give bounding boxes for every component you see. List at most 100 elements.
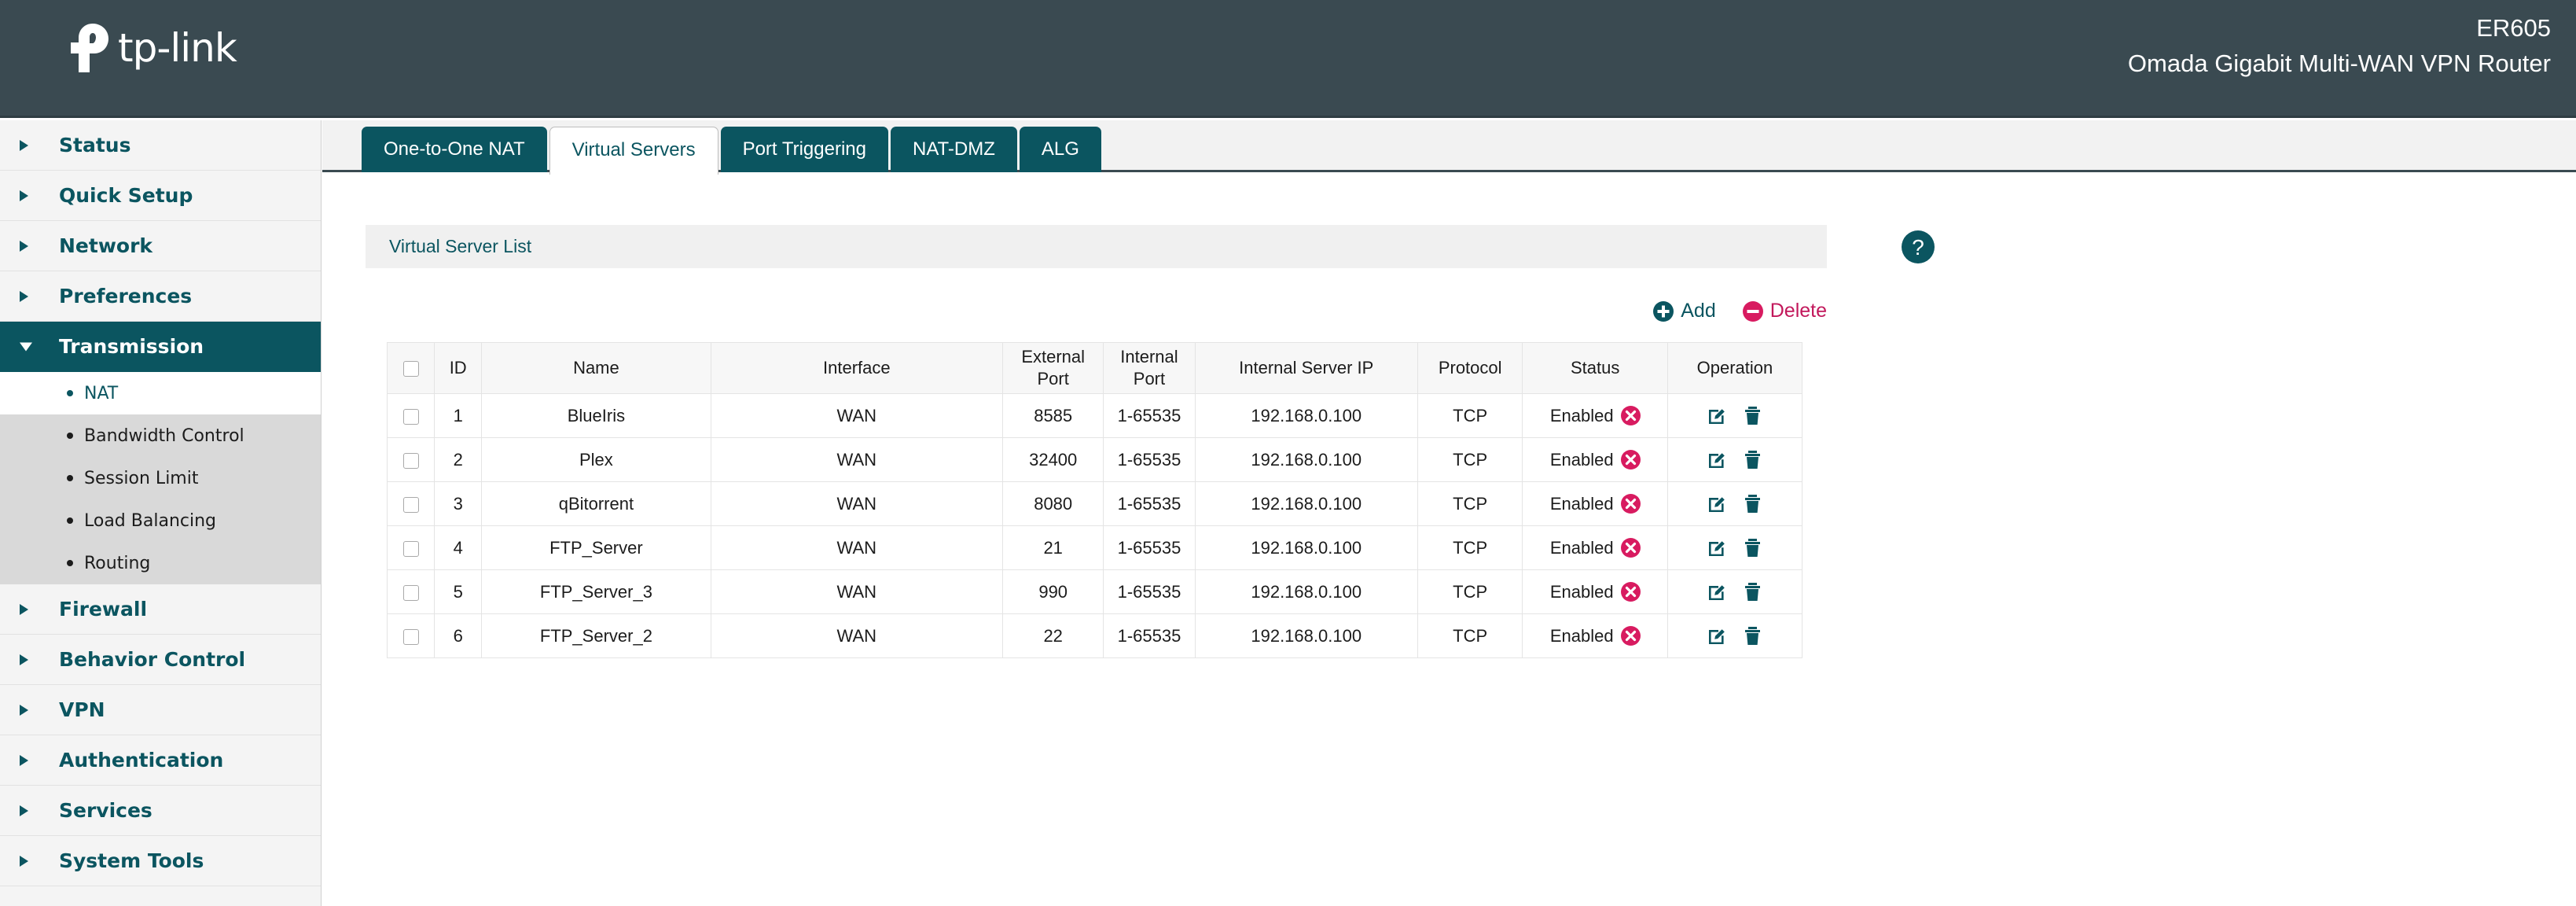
bullet-icon [67,517,73,524]
row-select-cell [386,525,435,570]
sidebar-item-services[interactable]: Services [0,786,321,836]
add-button-label: Add [1681,300,1716,322]
tp-link-logo: tp-link [69,24,237,72]
disable-circle-x-icon[interactable] [1620,450,1641,470]
cell-external-port: 21 [1002,525,1104,570]
help-circle-icon[interactable]: ? [1902,230,1935,263]
trash-icon[interactable] [1742,449,1763,470]
edit-icon[interactable] [1707,537,1728,558]
tab-port-triggering[interactable]: Port Triggering [720,127,888,172]
cell-interface: WAN [710,613,1004,658]
cell-id: 3 [434,481,483,526]
panel-title: Virtual Server List [389,236,532,256]
cell-operation [1666,525,1803,570]
sidebar-item-network[interactable]: Network [0,221,321,271]
panel-header: Virtual Server List [366,225,1827,268]
chevron-right-icon [20,190,28,201]
row-checkbox[interactable] [402,540,419,557]
disable-circle-x-icon[interactable] [1620,538,1641,558]
cell-protocol: TCP [1417,569,1523,614]
cell-operation [1666,437,1803,482]
sidebar-subitem-routing[interactable]: Routing [0,542,321,584]
cell-internal-port: 1-65535 [1103,393,1196,438]
content-area: One-to-One NAT Virtual Servers Port Trigge… [322,120,2576,906]
trash-icon[interactable] [1742,581,1763,602]
sidebar-subitem-nat[interactable]: NAT [0,372,321,414]
sidebar-item-label: VPN [59,698,105,721]
table-row: 2 Plex WAN 32400 1-65535 192.168.0.100 TCP Enab… [386,437,1803,482]
cell-id: 6 [434,613,483,658]
sidebar-item-system-tools[interactable]: System Tools [0,836,321,886]
sidebar-item-vpn[interactable]: VPN [0,685,321,735]
sidebar-item-transmission[interactable]: Transmission [0,322,321,372]
disable-circle-x-icon[interactable] [1620,406,1641,425]
edit-icon[interactable] [1707,405,1728,426]
sidebar-subitem-label: NAT [84,383,119,403]
edit-icon[interactable] [1707,449,1728,470]
sidebar-subitem-load-balancing[interactable]: Load Balancing [0,499,321,542]
disable-circle-x-icon[interactable] [1620,582,1641,602]
sidebar-item-authentication[interactable]: Authentication [0,735,321,786]
sidebar-item-status[interactable]: Status [0,120,321,171]
sidebar-item-label: System Tools [59,849,204,872]
trash-icon[interactable] [1742,537,1763,558]
delete-button[interactable]: Delete [1742,300,1827,322]
sidebar-item-label: Network [59,234,153,257]
sidebar-subitem-label: Bandwidth Control [84,425,244,446]
sidebar-item-preferences[interactable]: Preferences [0,271,321,322]
device-description: Omada Gigabit Multi-WAN VPN Router [2127,50,2551,77]
cell-internal-server-ip: 192.168.0.100 [1194,393,1418,438]
sidebar-subitem-session-limit[interactable]: Session Limit [0,457,321,499]
cell-status: Enabled [1522,481,1668,526]
device-model: ER605 [2476,14,2551,42]
tab-one-to-one-nat[interactable]: One-to-One NAT [362,127,547,172]
row-select-cell [386,481,435,526]
trash-icon[interactable] [1742,625,1763,646]
tab-nat-dmz[interactable]: NAT-DMZ [890,127,1017,172]
cell-external-port: 8585 [1002,393,1104,438]
edit-icon[interactable] [1707,625,1728,646]
cell-status: Enabled [1522,525,1668,570]
row-checkbox[interactable] [402,452,419,469]
cell-status: Enabled [1522,613,1668,658]
disable-circle-x-icon[interactable] [1620,626,1641,646]
row-checkbox[interactable] [402,496,419,513]
sidebar-subitem-bandwidth-control[interactable]: Bandwidth Control [0,414,321,457]
bullet-icon [67,475,73,481]
cell-interface: WAN [710,393,1004,438]
trash-icon[interactable] [1742,493,1763,514]
row-checkbox[interactable] [402,408,419,425]
sidebar-item-label: Preferences [59,285,193,308]
row-select-cell [386,569,435,614]
row-checkbox[interactable] [402,584,419,601]
sidebar-item-behavior-control[interactable]: Behavior Control [0,635,321,685]
tab-virtual-servers[interactable]: Virtual Servers [549,127,718,175]
cell-id: 1 [434,393,483,438]
bullet-icon [67,560,73,566]
sidebar-item-label: Behavior Control [59,648,246,671]
minus-circle-icon [1742,300,1763,322]
cell-id: 5 [434,569,483,614]
select-all-checkbox[interactable] [402,361,419,378]
row-select-cell [386,393,435,438]
status-badge: Enabled [1549,537,1614,558]
row-checkbox[interactable] [402,628,419,645]
edit-icon[interactable] [1707,493,1728,514]
cell-interface: WAN [710,481,1004,526]
cell-status: Enabled [1522,393,1668,438]
tab-bar: One-to-One NAT Virtual Servers Port Trigge… [322,120,2576,175]
sidebar-item-firewall[interactable]: Firewall [0,584,321,635]
add-button[interactable]: Add [1653,300,1716,322]
sidebar-item-quick-setup[interactable]: Quick Setup [0,171,321,221]
disable-circle-x-icon[interactable] [1620,494,1641,514]
header-internal-port-line2: Port [1133,369,1166,389]
cell-protocol: TCP [1417,613,1523,658]
trash-icon[interactable] [1742,405,1763,426]
cell-name: FTP_Server [481,525,711,570]
edit-icon[interactable] [1707,581,1728,602]
virtual-server-table: ID Name Interface External Port Internal… [386,342,1803,658]
tab-alg[interactable]: ALG [1019,127,1101,172]
cell-external-port: 8080 [1002,481,1104,526]
app-header: tp-link ER605 Omada Gigabit Multi-WAN VP… [0,0,2576,118]
sidebar: Status Quick Setup Network Preferences Trans… [0,120,322,906]
